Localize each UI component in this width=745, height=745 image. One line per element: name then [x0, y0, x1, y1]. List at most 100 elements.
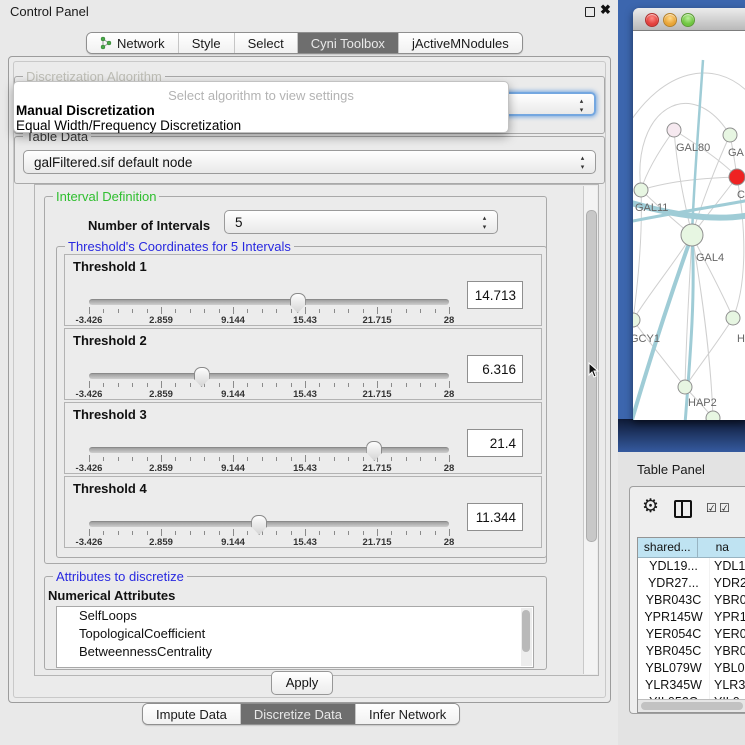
checkbox-icon[interactable]: ☑ — [706, 501, 717, 515]
tab-network[interactable]: Network — [87, 33, 178, 53]
node-table: shared... na YDL19...YDL1YDR27...YDR2YBR… — [637, 537, 745, 713]
tab-infer-network[interactable]: Infer Network — [355, 704, 459, 724]
tick-mark — [276, 457, 277, 461]
network-node[interactable] — [634, 183, 648, 197]
network-canvas[interactable]: GAL80GACGAL11GAL4GCY1HHAP2 — [633, 30, 745, 420]
vertical-scrollbar[interactable] — [583, 186, 597, 674]
numerical-attributes-list[interactable]: SelfLoops TopologicalCoefficient Between… — [56, 606, 534, 668]
tab-jactivemnodules[interactable]: jActiveMNodules — [398, 33, 522, 53]
node-label: H — [737, 333, 745, 345]
threshold-value-field[interactable]: 14.713 — [467, 281, 523, 309]
threshold-slider[interactable]: -3.4262.8599.14415.4321.71528 — [89, 513, 449, 547]
network-node[interactable] — [723, 128, 737, 142]
dropdown-item-equal-width[interactable]: Equal Width/Frequency Discretization — [16, 118, 241, 133]
split-panel-icon[interactable] — [674, 500, 692, 518]
network-graph: GAL80GACGAL11GAL4GCY1HHAP2 — [633, 30, 745, 420]
column-header-shared-name[interactable]: shared... — [638, 538, 698, 557]
tick-mark — [363, 383, 364, 387]
tick-mark — [247, 309, 248, 313]
tick-mark — [89, 455, 90, 462]
tab-label: Infer Network — [369, 707, 446, 722]
threshold-panel: Threshold 4 -3.4262.8599.14415.4321.7152… — [64, 476, 542, 548]
list-scrollbar[interactable] — [521, 608, 532, 666]
slider-track[interactable] — [89, 299, 449, 305]
table-row[interactable]: YER054CYER0 — [638, 626, 745, 643]
table-row[interactable]: YPR145WYPR1 — [638, 609, 745, 626]
threshold-value-field[interactable]: 11.344 — [467, 503, 523, 531]
tick-mark — [406, 383, 407, 387]
threshold-value-field[interactable]: 21.4 — [467, 429, 523, 457]
tick-mark — [334, 531, 335, 535]
scale-label: -3.426 — [76, 315, 103, 326]
table-row[interactable]: YDL19...YDL1 — [638, 558, 745, 575]
tab-style[interactable]: Style — [178, 33, 234, 53]
tab-discretize-data[interactable]: Discretize Data — [240, 704, 355, 724]
dropdown-item-manual[interactable]: Manual Discretization — [16, 103, 155, 118]
tick-mark — [305, 529, 306, 536]
bottom-tab-bar: Impute Data Discretize Data Infer Networ… — [142, 703, 460, 725]
threshold-slider[interactable]: -3.4262.8599.14415.4321.71528 — [89, 365, 449, 399]
tick-mark — [132, 383, 133, 387]
tick-mark — [305, 455, 306, 462]
number-of-intervals-combobox[interactable]: 5 ▴▾ — [224, 210, 498, 234]
tick-mark — [276, 531, 277, 535]
tick-mark — [103, 383, 104, 387]
network-node[interactable] — [729, 169, 745, 185]
tick-mark — [118, 383, 119, 387]
list-item[interactable]: TopologicalCoefficient — [57, 625, 533, 643]
apply-button[interactable]: Apply — [271, 671, 333, 695]
tab-label: Discretize Data — [254, 707, 342, 722]
table-row[interactable]: YDR27...YDR2 — [638, 575, 745, 592]
minimize-traffic-light[interactable] — [663, 13, 677, 27]
threshold-value-field[interactable]: 6.316 — [467, 355, 523, 383]
tick-mark — [262, 383, 263, 387]
tick-mark — [363, 531, 364, 535]
threshold-label: Threshold 4 — [73, 481, 147, 496]
tick-mark — [103, 457, 104, 461]
slider-track[interactable] — [89, 521, 449, 527]
window-titlebar[interactable] — [633, 8, 745, 31]
tick-mark — [435, 457, 436, 461]
list-item[interactable]: BetweennessCentrality — [57, 643, 533, 661]
scale-label: 9.144 — [221, 315, 245, 326]
network-node[interactable] — [633, 313, 640, 327]
tick-mark — [319, 309, 320, 313]
slider-track[interactable] — [89, 373, 449, 379]
table-data-combobox[interactable]: galFiltered.sif default node ▴▾ — [23, 150, 596, 174]
table-row[interactable]: YBL079WYBL0 — [638, 660, 745, 677]
network-node[interactable] — [681, 224, 703, 246]
close-traffic-light[interactable] — [645, 13, 659, 27]
tab-cyni-toolbox[interactable]: Cyni Toolbox — [297, 33, 398, 53]
close-icon[interactable]: ✖ — [600, 2, 611, 18]
threshold-slider[interactable]: -3.4262.8599.14415.4321.71528 — [89, 291, 449, 325]
column-header-name[interactable]: na — [698, 538, 745, 557]
right-side: GAL80GACGAL11GAL4GCY1HHAP2 Table Panel ⚙… — [618, 0, 745, 745]
table-row[interactable]: YBR045CYBR0 — [638, 643, 745, 660]
tick-mark — [377, 307, 378, 314]
list-item[interactable]: SelfLoops — [57, 607, 533, 625]
horizontal-scrollbar[interactable] — [638, 699, 745, 712]
tick-mark — [449, 381, 450, 388]
checkbox-icon[interactable]: ☑ — [719, 501, 730, 515]
scale-label: 2.859 — [149, 315, 173, 326]
network-node[interactable] — [667, 123, 681, 137]
scrollbar-thumb[interactable] — [522, 610, 530, 652]
threshold-slider[interactable]: -3.4262.8599.14415.4321.71528 — [89, 439, 449, 473]
scale-label: 2.859 — [149, 389, 173, 400]
float-window-icon[interactable] — [585, 7, 595, 17]
table-row[interactable]: YLR345WYLR3 — [638, 677, 745, 694]
tab-select[interactable]: Select — [234, 33, 297, 53]
tick-mark — [219, 309, 220, 313]
zoom-traffic-light[interactable] — [681, 13, 695, 27]
stepper-icon: ▴▾ — [577, 97, 586, 115]
network-icon — [100, 36, 112, 50]
node-label: C — [737, 189, 745, 201]
tab-impute-data[interactable]: Impute Data — [143, 704, 240, 724]
scrollbar-thumb[interactable] — [641, 702, 743, 710]
slider-track[interactable] — [89, 447, 449, 453]
gear-icon[interactable]: ⚙ — [642, 495, 659, 518]
network-node[interactable] — [706, 411, 720, 420]
table-row[interactable]: YBR043CYBR0 — [638, 592, 745, 609]
network-node[interactable] — [678, 380, 692, 394]
network-node[interactable] — [726, 311, 740, 325]
